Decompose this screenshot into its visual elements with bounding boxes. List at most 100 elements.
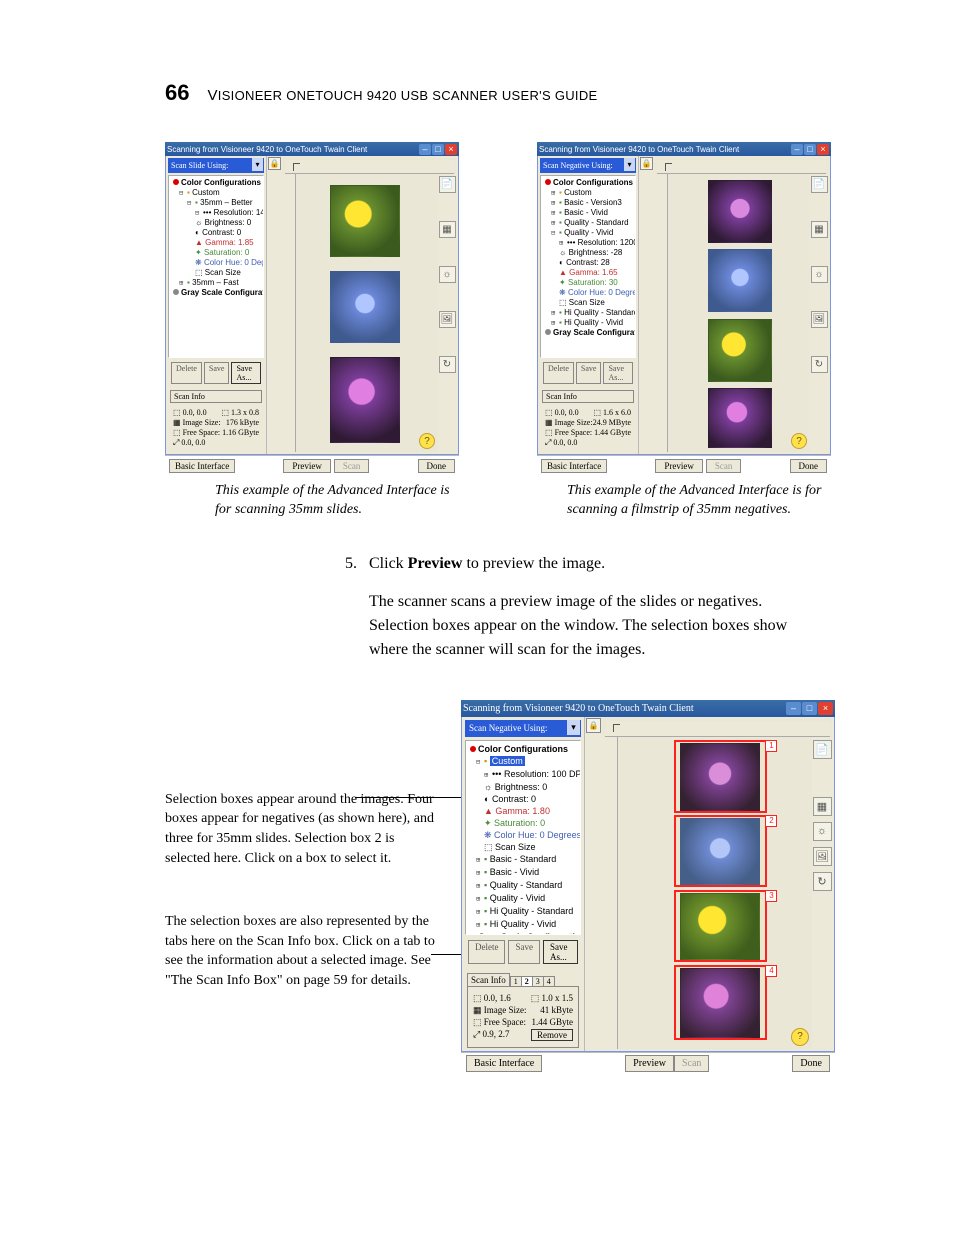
tool-icon[interactable]: 📄 [811,176,828,193]
maximize-icon[interactable]: □ [804,144,816,155]
preview-button[interactable]: Preview [655,459,703,473]
lock-icon[interactable]: 🔒 [640,157,653,170]
scan-info-tab-4[interactable]: 4 [543,976,555,986]
ruler-horizontal [605,721,830,737]
scan-mode-combo[interactable]: Scan Negative Using: [540,158,636,173]
close-icon[interactable]: × [818,702,833,715]
config-tree[interactable]: Color Configurations ⊟▪ Custom ⊟▪ 35mm –… [168,175,264,358]
page-number: 66 [165,80,189,106]
rotate-icon[interactable]: ↻ [811,356,828,373]
preview-image [708,249,772,312]
preview-button[interactable]: Preview [283,459,331,473]
lock-icon[interactable]: 🔒 [268,157,281,170]
titlebar[interactable]: Scanning from Visioneer 9420 to OneTouch… [537,142,831,156]
basic-interface-button[interactable]: Basic Interface [169,459,235,473]
close-icon[interactable]: × [817,144,829,155]
minimize-icon[interactable]: – [419,144,431,155]
window-title: Scanning from Visioneer 9420 to OneTouch… [463,703,785,714]
help-icon[interactable]: ? [419,433,435,449]
selection-box-1[interactable]: 1 [674,740,767,813]
ruler-vertical [603,737,618,1049]
save-as-button[interactable]: Save As... [231,362,261,384]
scan-info-header: Scan Info [542,390,634,403]
scan-button[interactable]: Scan [334,459,370,473]
ruler-vertical [283,174,296,452]
dialog-slides: Scanning from Visioneer 9420 to OneTouch… [165,142,459,476]
grid-icon[interactable]: ▦ [813,797,832,816]
selection-box-2[interactable]: 2 [674,815,767,888]
dialog-preview-selboxes: Scanning from Visioneer 9420 to OneTouch… [461,700,835,1075]
remove-button[interactable]: Remove [531,1029,573,1041]
delete-button[interactable]: Delete [543,362,574,384]
save-button[interactable]: Save [576,362,602,384]
minimize-icon[interactable]: – [786,702,801,715]
rotate-icon[interactable]: ↻ [439,356,456,373]
annotation-scan-info-tabs: The selection boxes are also represented… [165,912,437,990]
preview-image [708,388,772,448]
scan-info-header: Scan Info [467,973,510,986]
grid-icon[interactable]: ▦ [811,221,828,238]
config-tree[interactable]: Color Configurations ⊞▪ Custom ⊞▪ Basic … [540,175,636,358]
window-title: Scanning from Visioneer 9420 to OneTouch… [539,145,790,154]
annotation-line [355,797,473,798]
preview-image [708,180,772,243]
scan-info-panel: ⬚ 0.0, 0.0⬚ 1.3 x 0.8 ▦ Image Size:176 k… [170,404,262,452]
selection-box-3[interactable]: 3 [674,890,767,963]
brightness-icon[interactable]: ☼ [811,266,828,283]
ruler-horizontal [657,160,826,174]
save-as-button[interactable]: Save As... [543,940,578,964]
page-header: 66 VISIONEER ONETOUCH 9420 USB SCANNER U… [165,80,844,106]
header-title: VISIONEER ONETOUCH 9420 USB SCANNER USER… [207,87,597,104]
done-button[interactable]: Done [792,1055,830,1072]
grid-icon[interactable]: ▦ [439,221,456,238]
maximize-icon[interactable]: □ [432,144,444,155]
titlebar[interactable]: Scanning from Visioneer 9420 to OneTouch… [165,142,459,156]
dialog-negatives: Scanning from Visioneer 9420 to OneTouch… [537,142,831,476]
lock-icon[interactable]: 🔒 [586,718,601,733]
window-title: Scanning from Visioneer 9420 to OneTouch… [167,145,418,154]
scan-button[interactable]: Scan [674,1055,709,1072]
image-icon[interactable]: 🖼 [813,847,832,866]
scan-mode-combo[interactable]: Scan Slide Using: [168,158,264,173]
delete-button[interactable]: Delete [171,362,202,384]
config-tree[interactable]: Color Configurations ⊟▪ Custom ⊞••• Reso… [465,740,581,935]
save-button[interactable]: Save [204,362,230,384]
titlebar[interactable]: Scanning from Visioneer 9420 to OneTouch… [461,700,835,717]
help-icon[interactable]: ? [791,1028,809,1046]
save-as-button[interactable]: Save As... [603,362,633,384]
preview-image [330,185,400,257]
preview-canvas[interactable]: ? [296,174,438,452]
preview-canvas[interactable]: 1 2 3 4 ? [618,737,812,1049]
image-icon[interactable]: 🖼 [439,311,456,328]
scan-mode-combo[interactable]: Scan Negative Using: [465,720,581,737]
delete-button[interactable]: Delete [468,940,505,964]
done-button[interactable]: Done [418,459,456,473]
maximize-icon[interactable]: □ [802,702,817,715]
basic-interface-button[interactable]: Basic Interface [541,459,607,473]
tool-icon[interactable]: 📄 [813,740,832,759]
preview-canvas[interactable]: ? [668,174,810,452]
brightness-icon[interactable]: ☼ [439,266,456,283]
selection-box-4[interactable]: 4 [674,965,767,1041]
preview-image [330,271,400,343]
scan-info-panel: ⬚ 0.0, 0.0⬚ 1.6 x 6.0 ▦ Image Size:24.9 … [542,404,634,452]
scan-button[interactable]: Scan [706,459,742,473]
basic-interface-button[interactable]: Basic Interface [466,1055,542,1072]
brightness-icon[interactable]: ☼ [813,822,832,841]
done-button[interactable]: Done [790,459,828,473]
save-button[interactable]: Save [508,940,540,964]
close-icon[interactable]: × [445,144,457,155]
annotation-selection-boxes: Selection boxes appear around the images… [165,790,437,868]
rotate-icon[interactable]: ↻ [813,872,832,891]
minimize-icon[interactable]: – [791,144,803,155]
tool-icon[interactable]: 📄 [439,176,456,193]
image-icon[interactable]: 🖼 [811,311,828,328]
preview-button[interactable]: Preview [625,1055,674,1072]
preview-image [708,319,772,382]
caption-negatives: This example of the Advanced Interface i… [537,482,831,520]
help-icon[interactable]: ? [791,433,807,449]
ruler-vertical [655,174,668,452]
caption-slides: This example of the Advanced Interface i… [165,482,459,520]
step-5: 5. Click Preview to preview the image. T… [345,552,815,676]
scan-info-header: Scan Info [170,390,262,403]
